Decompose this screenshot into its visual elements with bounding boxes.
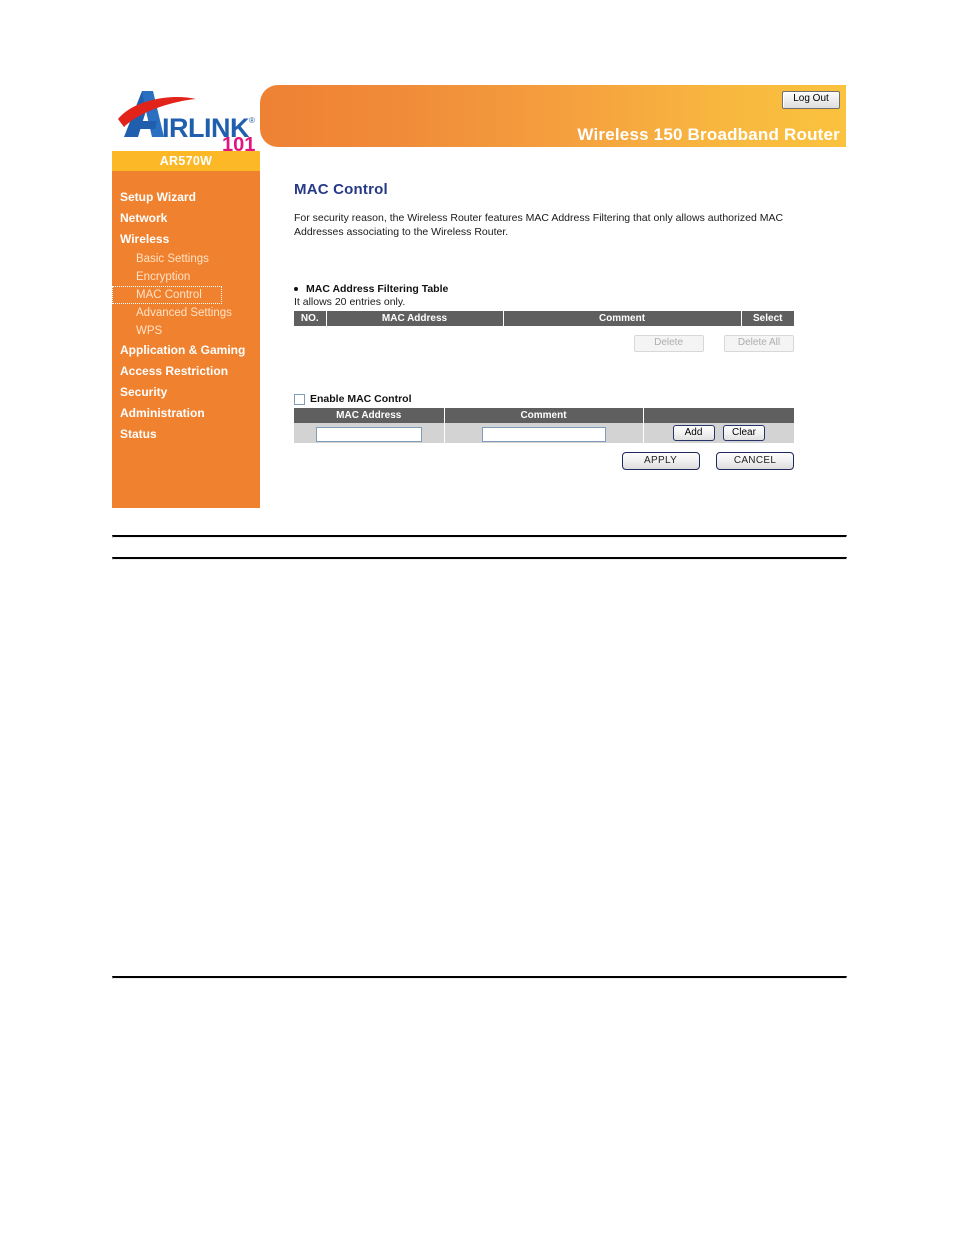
sidebar-item-network[interactable]: Network <box>112 208 260 229</box>
sidebar-item-setup-wizard[interactable]: Setup Wizard <box>112 187 260 208</box>
mac-address-input[interactable] <box>315 427 422 442</box>
sidebar-item-application-gaming[interactable]: Application & Gaming <box>112 340 260 361</box>
table-actions-row: Delete Delete All <box>294 335 794 353</box>
svg-text:®: ® <box>249 116 255 125</box>
page-divider-second <box>112 557 847 560</box>
column-header-mac: MAC Address <box>326 311 504 326</box>
product-title: Wireless 150 Broadband Router <box>577 125 840 144</box>
add-button[interactable]: Add <box>672 424 715 441</box>
logout-button[interactable]: Log Out <box>782 91 840 109</box>
sidebar-item-security[interactable]: Security <box>112 382 260 403</box>
router-admin-screenshot: IRLIN K ® 101 Log Out Wireless 150 Broad… <box>112 85 846 511</box>
bullet-icon <box>294 287 298 291</box>
entry-form-row: Add Clear <box>294 423 794 443</box>
sidebar-item-administration[interactable]: Administration <box>112 403 260 424</box>
column-header-comment: Comment <box>503 311 742 326</box>
entry-column-header-comment: Comment <box>444 408 644 423</box>
comment-cell <box>444 423 644 443</box>
sidebar-item-mac-control[interactable]: MAC Control <box>112 286 222 304</box>
filter-table-note: It allows 20 entries only. <box>294 296 406 308</box>
sidebar-model-label: AR570W <box>112 151 260 171</box>
entry-column-header-mac: MAC Address <box>294 408 445 423</box>
svg-text:IRLIN: IRLIN <box>162 113 230 143</box>
header-banner: Log Out Wireless 150 Broadband Router <box>260 85 846 147</box>
sidebar-item-basic-settings[interactable]: Basic Settings <box>112 250 260 268</box>
column-header-select: Select <box>741 311 794 326</box>
delete-all-button[interactable]: Delete All <box>724 335 794 353</box>
svg-text:101: 101 <box>222 134 255 151</box>
enable-mac-control-row: Enable MAC Control <box>294 393 846 405</box>
column-header-no: NO. <box>294 311 327 326</box>
entry-column-header-actions <box>643 408 794 423</box>
sidebar-nav: AR570W Setup Wizard Network Wireless Bas… <box>112 151 260 508</box>
sidebar-item-encryption[interactable]: Encryption <box>112 268 260 286</box>
clear-button[interactable]: Clear <box>722 424 765 441</box>
sidebar-item-wps[interactable]: WPS <box>112 322 260 340</box>
apply-button[interactable]: APPLY <box>621 452 700 470</box>
sidebar-item-access-restriction[interactable]: Access Restriction <box>112 361 260 382</box>
mac-entry-form-table: MAC Address Comment Add Clear <box>294 408 794 443</box>
mac-address-cell <box>294 423 445 443</box>
table-header-row: NO. MAC Address Comment Select <box>294 311 794 326</box>
entry-actions-cell: Add Clear <box>643 423 794 443</box>
mac-filter-table: NO. MAC Address Comment Select <box>294 311 794 326</box>
entry-form-header-row: MAC Address Comment <box>294 408 794 423</box>
enable-mac-control-checkbox[interactable] <box>294 393 305 405</box>
sidebar-item-advanced-settings[interactable]: Advanced Settings <box>112 304 260 322</box>
comment-input[interactable] <box>481 427 606 442</box>
page-divider-top <box>112 535 847 538</box>
cancel-button[interactable]: CANCEL <box>716 452 794 470</box>
filter-table-heading-label: MAC Address Filtering Table <box>306 283 449 295</box>
sidebar-menu-list: Setup Wizard Network Wireless Basic Sett… <box>112 171 260 445</box>
form-footer-actions: APPLY CANCEL <box>294 452 794 470</box>
enable-mac-control-label: Enable MAC Control <box>310 393 412 405</box>
document-page: IRLIN K ® 101 Log Out Wireless 150 Broad… <box>0 0 954 1235</box>
filter-table-heading: MAC Address Filtering Table <box>294 283 846 295</box>
sidebar-item-wireless[interactable]: Wireless <box>112 229 260 250</box>
delete-button[interactable]: Delete <box>633 335 704 353</box>
sidebar-item-status[interactable]: Status <box>112 424 260 445</box>
page-title: MAC Control <box>294 181 388 198</box>
airlink-logo: IRLIN K ® 101 <box>112 85 260 151</box>
page-divider-bottom <box>112 976 847 979</box>
intro-text: For security reason, the Wireless Router… <box>294 212 784 238</box>
content-pane: MAC Control For security reason, the Wir… <box>294 181 846 470</box>
